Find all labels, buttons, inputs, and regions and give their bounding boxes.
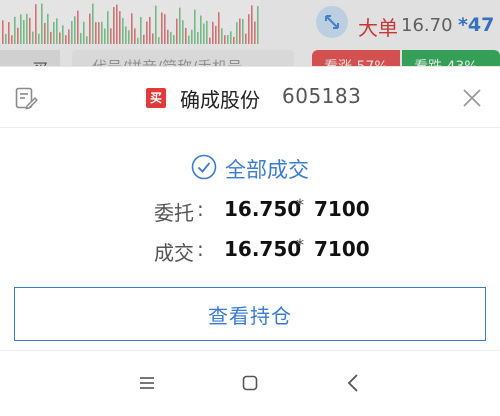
fill-price: 16.750	[224, 237, 302, 261]
order-label: 委托	[154, 201, 194, 225]
back-icon[interactable]	[346, 373, 360, 393]
status-row: 全部成交	[0, 153, 500, 183]
fill-multiply: *	[296, 235, 304, 254]
close-icon[interactable]	[461, 87, 483, 109]
order-multiply: *	[296, 195, 304, 214]
trade-result-dialog: 买 确成股份 605183 全部成交 委托 : 16.750 * 7100 成交…	[0, 66, 500, 350]
fill-row: 成交 : 16.750 * 7100	[0, 235, 500, 267]
buy-badge: 买	[146, 88, 166, 108]
status-text: 全部成交	[225, 158, 309, 182]
fill-quantity: 7100	[314, 237, 370, 261]
order-row: 委托 : 16.750 * 7100	[0, 195, 500, 227]
stock-code: 605183	[282, 84, 362, 108]
order-colon: :	[197, 197, 204, 221]
order-quantity: 7100	[314, 197, 370, 221]
stock-name: 确成股份	[180, 88, 260, 112]
view-holdings-button[interactable]: 查看持仓	[14, 287, 486, 341]
home-icon[interactable]	[242, 375, 258, 391]
menu-icon[interactable]	[138, 374, 156, 392]
fill-colon: :	[197, 237, 204, 261]
order-price: 16.750	[224, 197, 302, 221]
check-circle-icon	[191, 154, 217, 180]
dialog-header: 买 确成股份 605183	[0, 67, 500, 128]
fill-label: 成交	[154, 241, 194, 265]
system-nav-bar	[0, 350, 500, 416]
edit-icon[interactable]	[14, 86, 38, 110]
